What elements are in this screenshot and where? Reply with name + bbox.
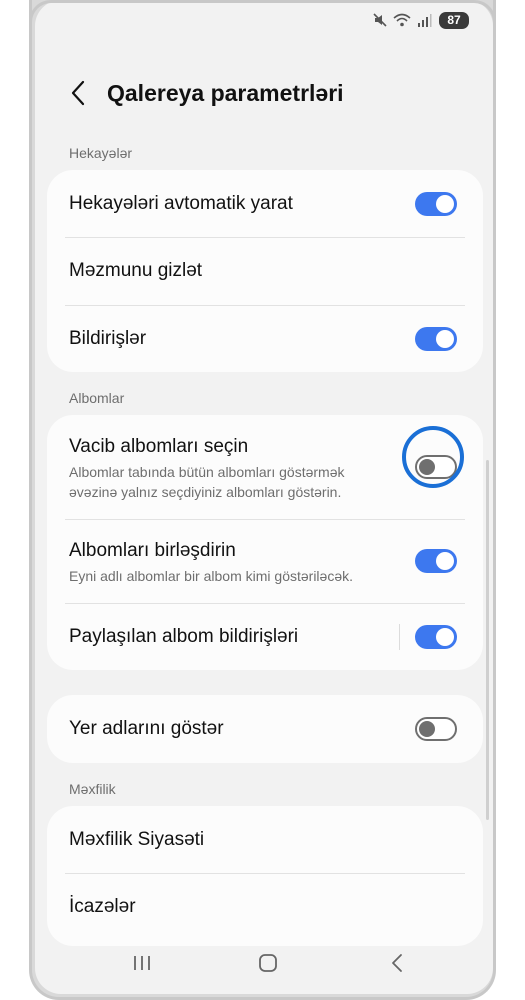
row-title: Vacib albomları seçin	[69, 436, 249, 457]
setting-story-notifications[interactable]: Bildirişlər	[47, 306, 483, 372]
wifi-icon	[393, 11, 411, 29]
mute-icon	[371, 11, 389, 29]
phone-frame: 87 Qalereya parametrləri Hekayələr Hekay…	[29, 0, 496, 1000]
row-subtitle-line: Albomlar tabında bütün albomları göstərm…	[69, 464, 345, 480]
section-label-albums: Albomlar	[69, 390, 125, 406]
setting-shared-album-notifications[interactable]: Paylaşılan albom bildirişləri	[47, 604, 483, 670]
toggle-merge-albums[interactable]	[415, 549, 457, 573]
toggle-auto-stories[interactable]	[415, 192, 457, 216]
toggle-knob	[436, 628, 454, 646]
row-title: Məxfilik Siyasəti	[69, 829, 205, 850]
toggle-shared-album-notifications[interactable]	[415, 625, 457, 649]
setting-auto-stories[interactable]: Hekayələri avtomatik yarat	[47, 170, 483, 237]
chevron-left-icon	[70, 80, 86, 111]
row-subtitle: Eyni adlı albomlar bir albom kimi göstər…	[69, 568, 353, 584]
back-icon	[390, 953, 404, 978]
card-stories: Hekayələri avtomatik yarat Məzmunu gizlə…	[47, 170, 483, 372]
row-title: Yer adlarını göstər	[69, 718, 224, 739]
row-title: Albomları birləşdirin	[69, 540, 236, 561]
setting-privacy-policy[interactable]: Məxfilik Siyasəti	[47, 806, 483, 873]
row-title: Məzmunu gizlət	[69, 260, 203, 281]
setting-show-locations[interactable]: Yer adlarını göstər	[47, 695, 483, 763]
signal-icon	[415, 11, 433, 29]
setting-hide-content[interactable]: Məzmunu gizlət	[47, 238, 483, 305]
navigation-bar	[35, 934, 493, 994]
row-title: İcazələr	[69, 896, 136, 917]
recent-apps-button[interactable]	[127, 950, 157, 980]
home-icon	[258, 953, 278, 978]
scrollbar[interactable]	[486, 460, 489, 820]
toggle-knob	[419, 721, 435, 737]
card-privacy: Məxfilik Siyasəti İcazələr	[47, 806, 483, 946]
header: Qalereya parametrləri	[35, 70, 493, 120]
row-title: Bildirişlər	[69, 328, 147, 349]
row-title: Hekayələri avtomatik yarat	[69, 193, 293, 214]
nav-back-button[interactable]	[382, 950, 412, 980]
toggle-story-notifications[interactable]	[415, 327, 457, 351]
home-button[interactable]	[253, 950, 283, 980]
section-label-stories: Hekayələr	[69, 145, 133, 161]
screen: 87 Qalereya parametrləri Hekayələr Hekay…	[35, 0, 493, 994]
toggle-knob	[436, 330, 454, 348]
row-subtitle-line: əvəzinə yalnız seçdiyiniz albomları göst…	[69, 484, 342, 500]
toggle-essential-albums[interactable]	[415, 455, 457, 479]
setting-merge-albums[interactable]: Albomları birləşdirin Eyni adlı albomlar…	[47, 520, 483, 603]
section-label-privacy: Məxfilik	[69, 781, 116, 797]
toggle-show-locations[interactable]	[415, 717, 457, 741]
toggle-knob	[436, 195, 454, 213]
row-title: Paylaşılan albom bildirişləri	[69, 626, 299, 647]
setting-essential-albums[interactable]: Vacib albomları seçin Albomlar tabında b…	[47, 415, 483, 519]
card-albums: Vacib albomları seçin Albomlar tabında b…	[47, 415, 483, 670]
toggle-knob	[419, 459, 435, 475]
vertical-separator	[399, 624, 400, 650]
toggle-knob	[436, 552, 454, 570]
back-button[interactable]	[63, 78, 93, 112]
status-bar: 87	[371, 10, 469, 30]
recent-apps-icon	[132, 954, 152, 977]
battery-indicator: 87	[439, 11, 469, 29]
page-title: Qalereya parametrləri	[107, 80, 344, 106]
card-location: Yer adlarını göstər	[47, 695, 483, 763]
